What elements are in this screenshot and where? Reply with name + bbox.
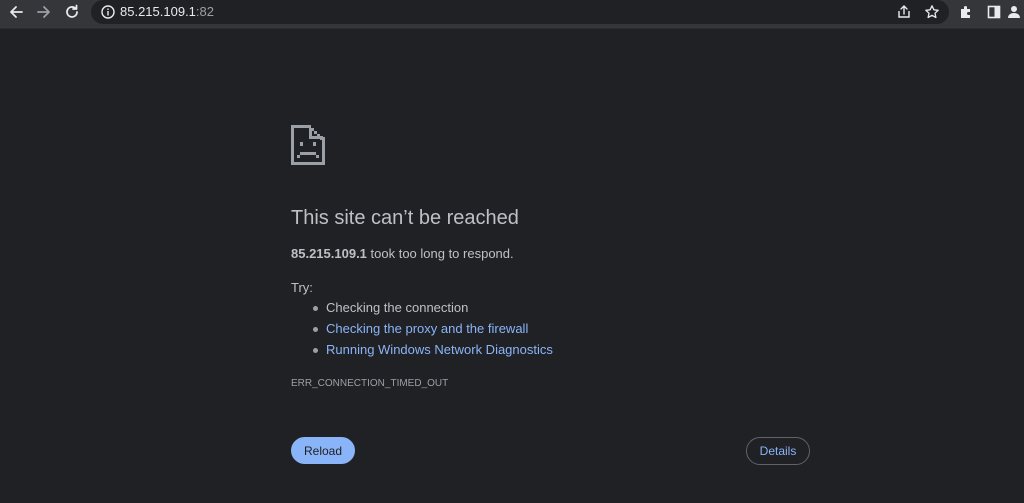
- suggestion-network-diagnostics-link[interactable]: Running Windows Network Diagnostics: [326, 342, 553, 357]
- error-description: 85.215.109.1 took too long to respond.: [291, 245, 514, 263]
- suggestion-item: Checking the proxy and the firewall: [291, 321, 553, 342]
- info-icon[interactable]: [100, 4, 116, 20]
- page-title: This site can’t be reached: [291, 207, 519, 229]
- puzzle-icon[interactable]: [954, 0, 978, 24]
- suggestion-item: Running Windows Network Diagnostics: [291, 342, 553, 363]
- arrow-back-icon[interactable]: [4, 0, 28, 24]
- sad-page-icon: [291, 125, 325, 165]
- suggestion-item: Checking the connection: [291, 300, 553, 321]
- profile-icon[interactable]: [1004, 0, 1024, 24]
- try-label: Try:: [291, 280, 313, 295]
- url-text: 85.215.109.1:82: [120, 4, 214, 20]
- side-panel-icon[interactable]: [982, 0, 1006, 24]
- suggestion-check-connection: Checking the connection: [326, 300, 469, 315]
- suggestions-list: Checking the connection Checking the pro…: [291, 300, 553, 363]
- error-description-text: took too long to respond.: [366, 246, 514, 261]
- arrow-forward-icon[interactable]: [32, 0, 56, 24]
- suggestion-proxy-firewall-link[interactable]: Checking the proxy and the firewall: [326, 321, 528, 336]
- reload-button[interactable]: Reload: [291, 437, 355, 464]
- share-icon[interactable]: [892, 0, 916, 24]
- error-page: This site can’t be reached 85.215.109.1 …: [291, 0, 811, 503]
- reload-icon[interactable]: [60, 0, 84, 24]
- error-code: ERR_CONNECTION_TIMED_OUT: [291, 378, 449, 389]
- error-host: 85.215.109.1: [291, 246, 367, 261]
- url-port: :82: [195, 4, 214, 19]
- star-icon[interactable]: [920, 0, 944, 24]
- details-button[interactable]: Details: [746, 437, 810, 465]
- url-host: 85.215.109.1: [120, 4, 196, 19]
